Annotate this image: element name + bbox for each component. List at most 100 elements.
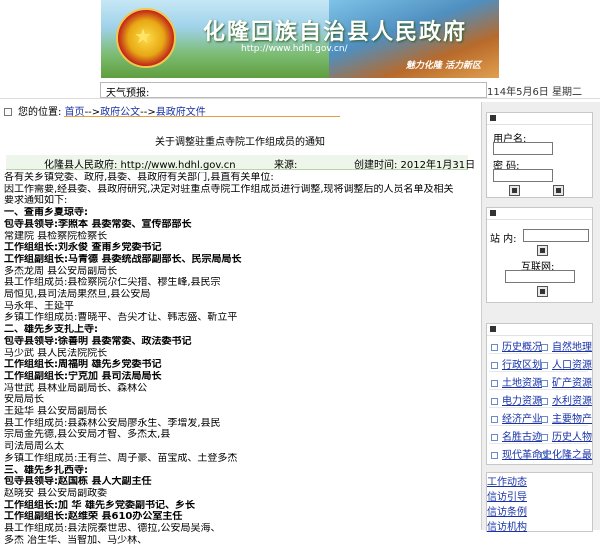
nav-link[interactable]: 自然地理: [552, 342, 592, 353]
weather-box: 天气预报:: [100, 82, 487, 99]
nav-item[interactable]: 历史概况: [491, 338, 542, 353]
nav-link[interactable]: 人口资源: [552, 360, 592, 371]
article-line: 多杰龙周 县公安局副局长: [4, 265, 118, 277]
article-line: 宗局金先德,县公安局才智、多杰太,县: [4, 429, 171, 441]
nav-link[interactable]: 名胜古迹: [502, 432, 542, 443]
panel-bullet-icon: [490, 326, 496, 332]
article-line: 安局局长: [4, 394, 44, 406]
article-created-time: 创建时间: 2012年1月31日: [354, 160, 476, 171]
nav-item[interactable]: 行政区划: [491, 356, 542, 371]
article-line: 县工作组成员:县森林公安局廖永生、李增发,县民: [4, 417, 221, 429]
article-line: 包寺县领导:徐善明 县委常委、政法委书记: [4, 335, 192, 347]
nav-item[interactable]: 自然地理: [541, 338, 592, 353]
search-panel: 站 内: 互联网:: [486, 207, 593, 303]
nav-item[interactable]: 经济产业: [491, 410, 542, 425]
nav-link[interactable]: 信访引导: [487, 492, 527, 503]
web-search-input[interactable]: [505, 270, 575, 283]
nav-item[interactable]: 工作动态: [487, 473, 592, 488]
breadcrumb-prefix: 您的位置:: [18, 107, 62, 118]
login-button[interactable]: [509, 185, 520, 196]
password-input[interactable]: [493, 169, 553, 182]
nav-link[interactable]: 土地资源: [502, 378, 542, 389]
nav-item[interactable]: 矿产资源: [541, 374, 592, 389]
national-emblem-icon: ★: [116, 8, 176, 68]
article-line: 因工作需要,经县委、县政府研究,决定对驻重点寺院工作组成员进行调整,现将调整后的…: [4, 183, 454, 195]
nav-item[interactable]: 水利资源: [541, 392, 592, 407]
nav-link[interactable]: 经济产业: [502, 414, 542, 425]
nav-bullet-icon: [541, 397, 548, 405]
nav-item[interactable]: 电力资源: [491, 392, 542, 407]
panel-bullet-icon: [490, 210, 496, 216]
header-banner: ★ 化隆回族自治县人民政府 http://www.hdhl.gov.cn/ 魅力…: [101, 0, 499, 78]
nav-bullet-icon: [541, 343, 548, 351]
article-publisher: 化隆县人民政府: http://www.hdhl.gov.cn: [44, 160, 236, 171]
article-line: 王延华 县公安局副局长: [4, 406, 108, 418]
site-search-label: 站 内:: [490, 234, 517, 245]
site-search-button[interactable]: [537, 245, 548, 256]
article-title: 关于调整驻重点寺院工作组成员的通知: [155, 137, 325, 148]
nav-item[interactable]: 信访机构: [487, 518, 592, 533]
reset-button[interactable]: [553, 185, 564, 196]
article-line: 县工作组成员:县检察院尕仁尖措、穆生峰,县民宗: [4, 277, 221, 289]
article-line: 司法局周么太: [4, 441, 64, 453]
nav-item[interactable]: 信访引导: [487, 488, 592, 503]
nav-panel-header: [487, 324, 592, 336]
login-panel-header: [487, 113, 592, 125]
banner-slogan: 魅力化隆 活力新区: [405, 61, 481, 71]
panel-bullet-icon: [490, 115, 496, 121]
article-line: 局恒见,县司法局果然旦,县公安局: [4, 289, 151, 301]
county-info-nav: 历史概况 行政区划 土地资源 电力资源 经济产业 名胜古迹 现代革命史 自然地理 人口资源 矿产资…: [486, 323, 593, 465]
article-line: 工作组组长:刘永俊 查甫乡党委书记: [4, 242, 162, 254]
nav-link[interactable]: 矿产资源: [552, 378, 592, 389]
article-line: 冯世武 县林业局副局长、森林公: [4, 382, 148, 394]
nav-link[interactable]: 工作动态: [487, 477, 527, 488]
article-line: 多杰 冶生华、当智加、马少林、: [4, 534, 148, 546]
username-input[interactable]: [493, 142, 553, 155]
nav-link[interactable]: 电力资源: [502, 396, 542, 407]
nav-link[interactable]: 行政区划: [502, 360, 542, 371]
nav-link[interactable]: 历史人物: [552, 432, 592, 443]
nav-bullet-icon: [491, 397, 498, 405]
nav-bullet-icon: [541, 361, 548, 369]
nav-link[interactable]: 信访条例: [487, 507, 527, 518]
site-title: 化隆回族自治县人民政府: [203, 19, 468, 45]
article-line: 三、雄先乡扎西寺:: [4, 464, 88, 476]
article-line: 各有关乡镇党委、政府,县委、县政府有关部门,县直有关单位:: [4, 172, 274, 183]
nav-link[interactable]: 主要物产: [552, 414, 592, 425]
nav-item[interactable]: 化隆之最: [541, 446, 592, 461]
article-source-label: 来源:: [274, 160, 298, 171]
nav-item[interactable]: 信访条例: [487, 503, 592, 518]
nav-bullet-icon: [541, 451, 548, 459]
article-line: 县工作组成员:县法院秦世忠、德拉,公安局吴海、: [4, 523, 221, 535]
nav-item[interactable]: 主要物产: [541, 410, 592, 425]
nav-bullet-icon: [541, 379, 548, 387]
nav-separator: [489, 389, 588, 390]
article-line: 一、查甫乡夏琼寺:: [4, 207, 88, 219]
article-line: 常建院 县检察院检察长: [4, 230, 108, 242]
nav-separator: [489, 443, 588, 444]
breadcrumb-underline: [64, 116, 340, 117]
nav-separator: [489, 371, 588, 372]
current-date: 114年5月6日 星期二: [487, 87, 582, 98]
nav-link[interactable]: 水利资源: [552, 396, 592, 407]
nav-item[interactable]: 历史人物: [541, 428, 592, 443]
nav-link[interactable]: 化隆之最: [552, 450, 592, 461]
nav-item[interactable]: 人口资源: [541, 356, 592, 371]
site-url: http://www.hdhl.gov.cn/: [241, 44, 348, 54]
article-line: 工作组组长:周福明 雄先乡党委书记: [4, 359, 162, 371]
nav-bullet-icon: [491, 415, 498, 423]
nav-link[interactable]: 信访机构: [487, 522, 527, 533]
nav-bullet-icon: [541, 415, 548, 423]
article-line: 马永年、王延平: [4, 300, 74, 312]
nav-bullet-icon: [491, 361, 498, 369]
web-search-button[interactable]: [537, 286, 548, 297]
article-line: 乡镇工作组成员:曹晓平、吾尖才让、韩志盛、靳立平: [4, 312, 238, 324]
article-line: 包寺县领导:李照本 县委常委、宣传部部长: [4, 218, 192, 230]
nav-item[interactable]: 土地资源: [491, 374, 542, 389]
nav-link[interactable]: 历史概况: [502, 342, 542, 353]
petition-nav: 工作动态信访引导信访条例信访机构: [486, 472, 593, 533]
nav-bullet-icon: [491, 451, 498, 459]
article-line: 要求通知如下:: [4, 195, 68, 207]
nav-item[interactable]: 名胜古迹: [491, 428, 542, 443]
site-search-input[interactable]: [523, 229, 589, 242]
